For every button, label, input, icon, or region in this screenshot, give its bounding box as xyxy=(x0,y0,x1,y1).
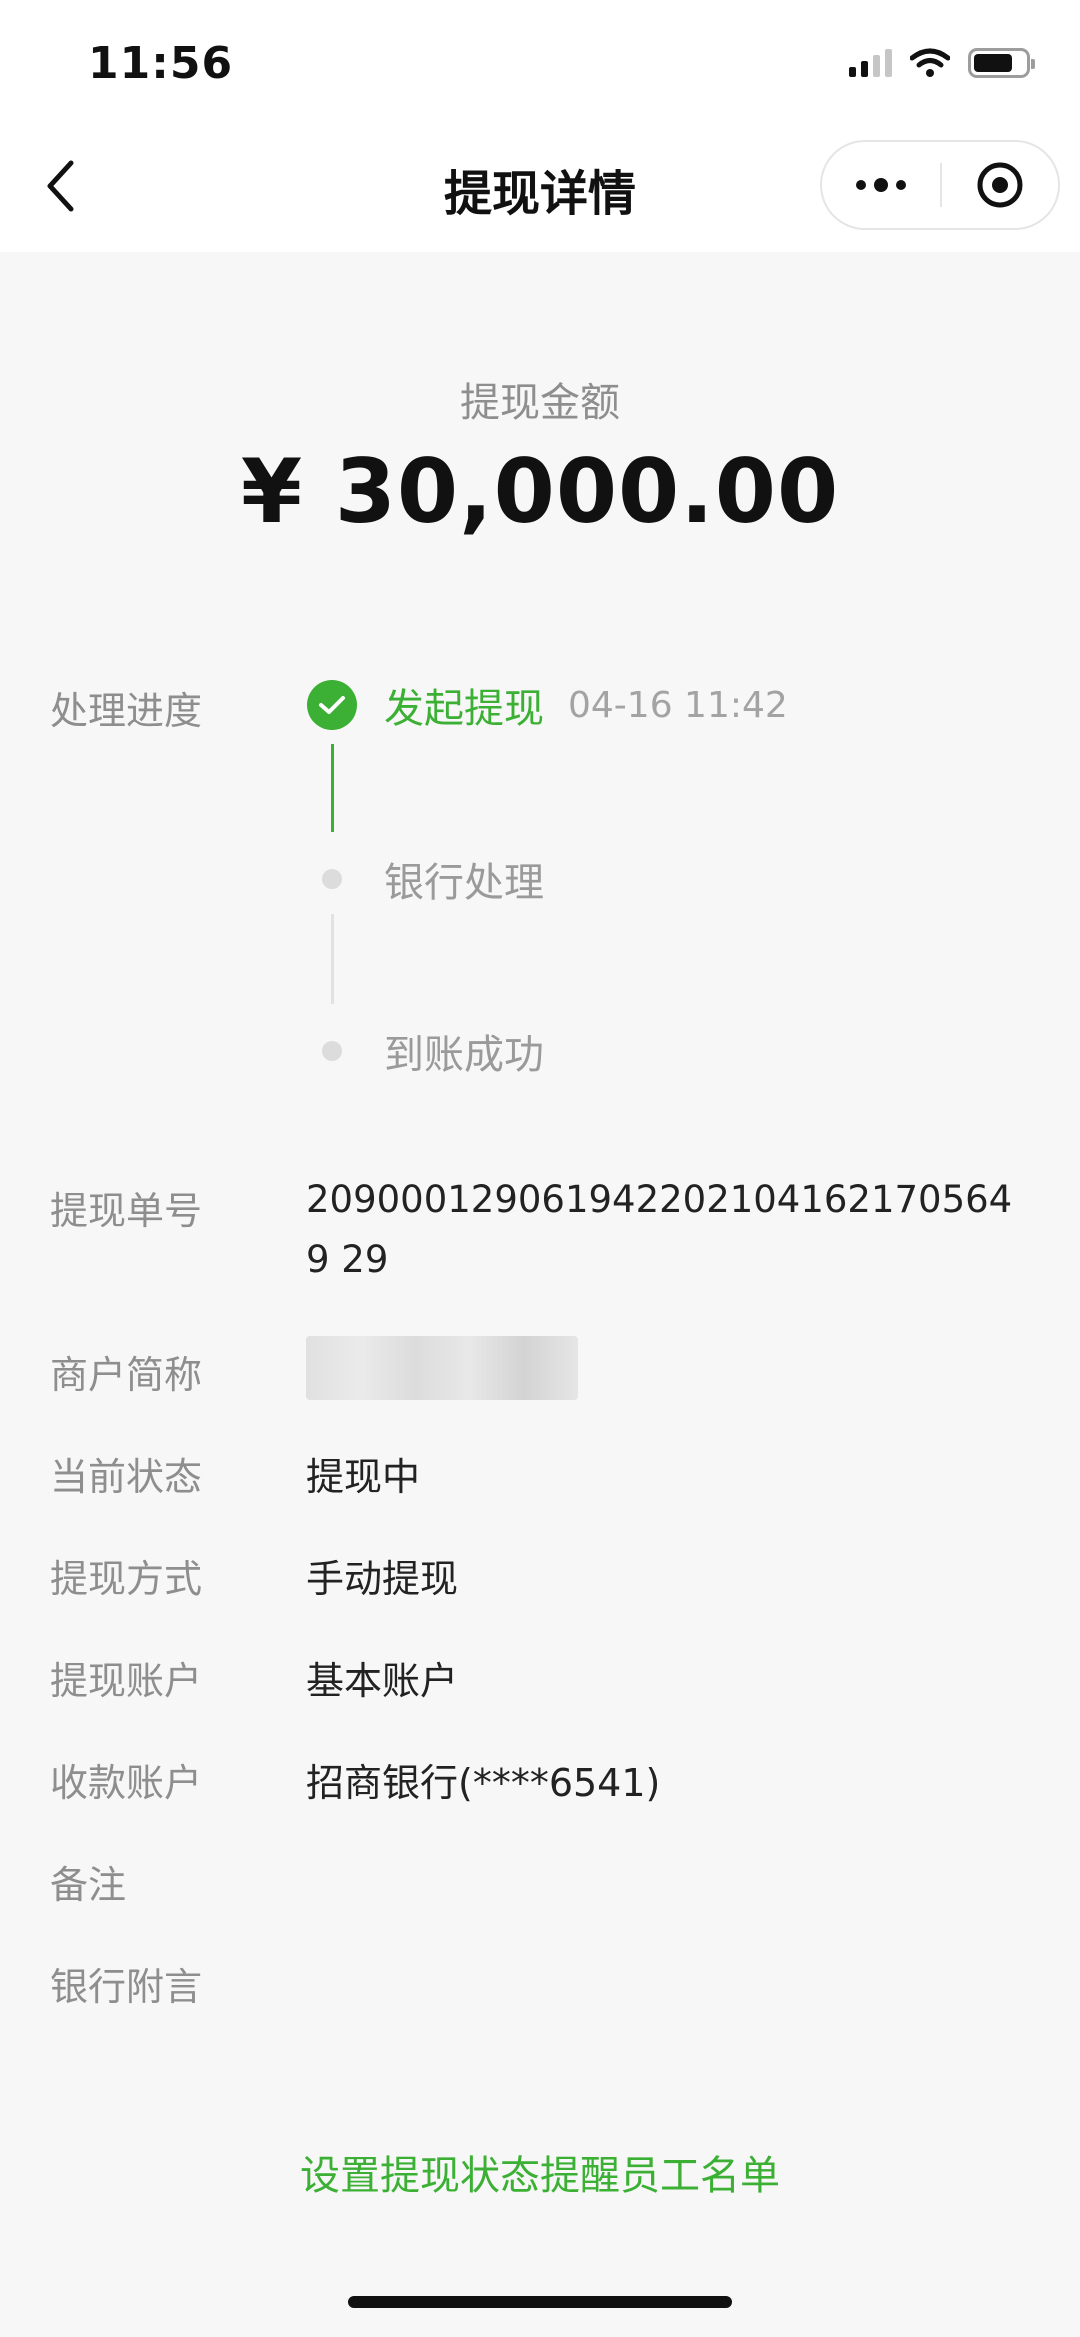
step-time: 04-16 11:42 xyxy=(568,684,788,726)
progress-step-arrived: 到账成功 xyxy=(306,1022,544,1080)
pending-dot-icon xyxy=(322,869,342,889)
detail-label: 商户简称 xyxy=(50,1353,203,1397)
detail-label: 提现账户 xyxy=(50,1659,203,1703)
merchant-name-redacted xyxy=(306,1336,578,1400)
wifi-icon xyxy=(910,48,950,77)
progress-step-initiated: 发起提现 04-16 11:42 xyxy=(306,676,788,734)
close-mini-program-button[interactable] xyxy=(942,142,1058,228)
amount-value: ¥ 30,000.00 xyxy=(240,440,840,543)
home-indicator xyxy=(348,2296,732,2308)
detail-label: 提现单号 xyxy=(50,1189,203,1233)
detail-label: 备注 xyxy=(50,1863,127,1907)
top-bar: 11:56 提现详情 xyxy=(0,0,1080,252)
method-value: 手动提现 xyxy=(306,1557,459,1601)
check-icon xyxy=(307,680,357,730)
receiving-account-value: 招商银行(****6541) xyxy=(306,1761,661,1805)
set-reminder-staff-link[interactable]: 设置提现状态提醒员工名单 xyxy=(0,2143,1080,2201)
progress-line-pending xyxy=(331,914,334,1004)
cellular-signal-icon xyxy=(849,49,892,77)
mini-program-capsule xyxy=(820,140,1060,230)
detail-label: 提现方式 xyxy=(50,1557,203,1601)
progress-label: 处理进度 xyxy=(50,689,203,733)
pending-dot-icon xyxy=(322,1041,342,1061)
status-time: 11:56 xyxy=(88,38,234,89)
battery-icon xyxy=(968,48,1035,78)
status-icons xyxy=(849,48,1035,78)
detail-label: 银行附言 xyxy=(50,1965,203,2009)
order-number-value: 2090001290619422021041621705649 29 xyxy=(306,1178,1013,1281)
amount-label: 提现金额 xyxy=(460,380,620,426)
detail-label: 收款账户 xyxy=(50,1761,203,1805)
detail-label: 当前状态 xyxy=(50,1455,203,1499)
step-title: 银行处理 xyxy=(384,860,544,906)
current-status-value: 提现中 xyxy=(306,1455,421,1499)
step-title: 发起提现 xyxy=(384,686,544,732)
progress-step-bank-processing: 银行处理 xyxy=(306,850,544,908)
more-button[interactable] xyxy=(822,142,940,228)
step-title: 到账成功 xyxy=(384,1032,544,1078)
target-icon xyxy=(977,162,1023,208)
progress-line-completed xyxy=(331,744,334,832)
account-value: 基本账户 xyxy=(306,1659,459,1703)
